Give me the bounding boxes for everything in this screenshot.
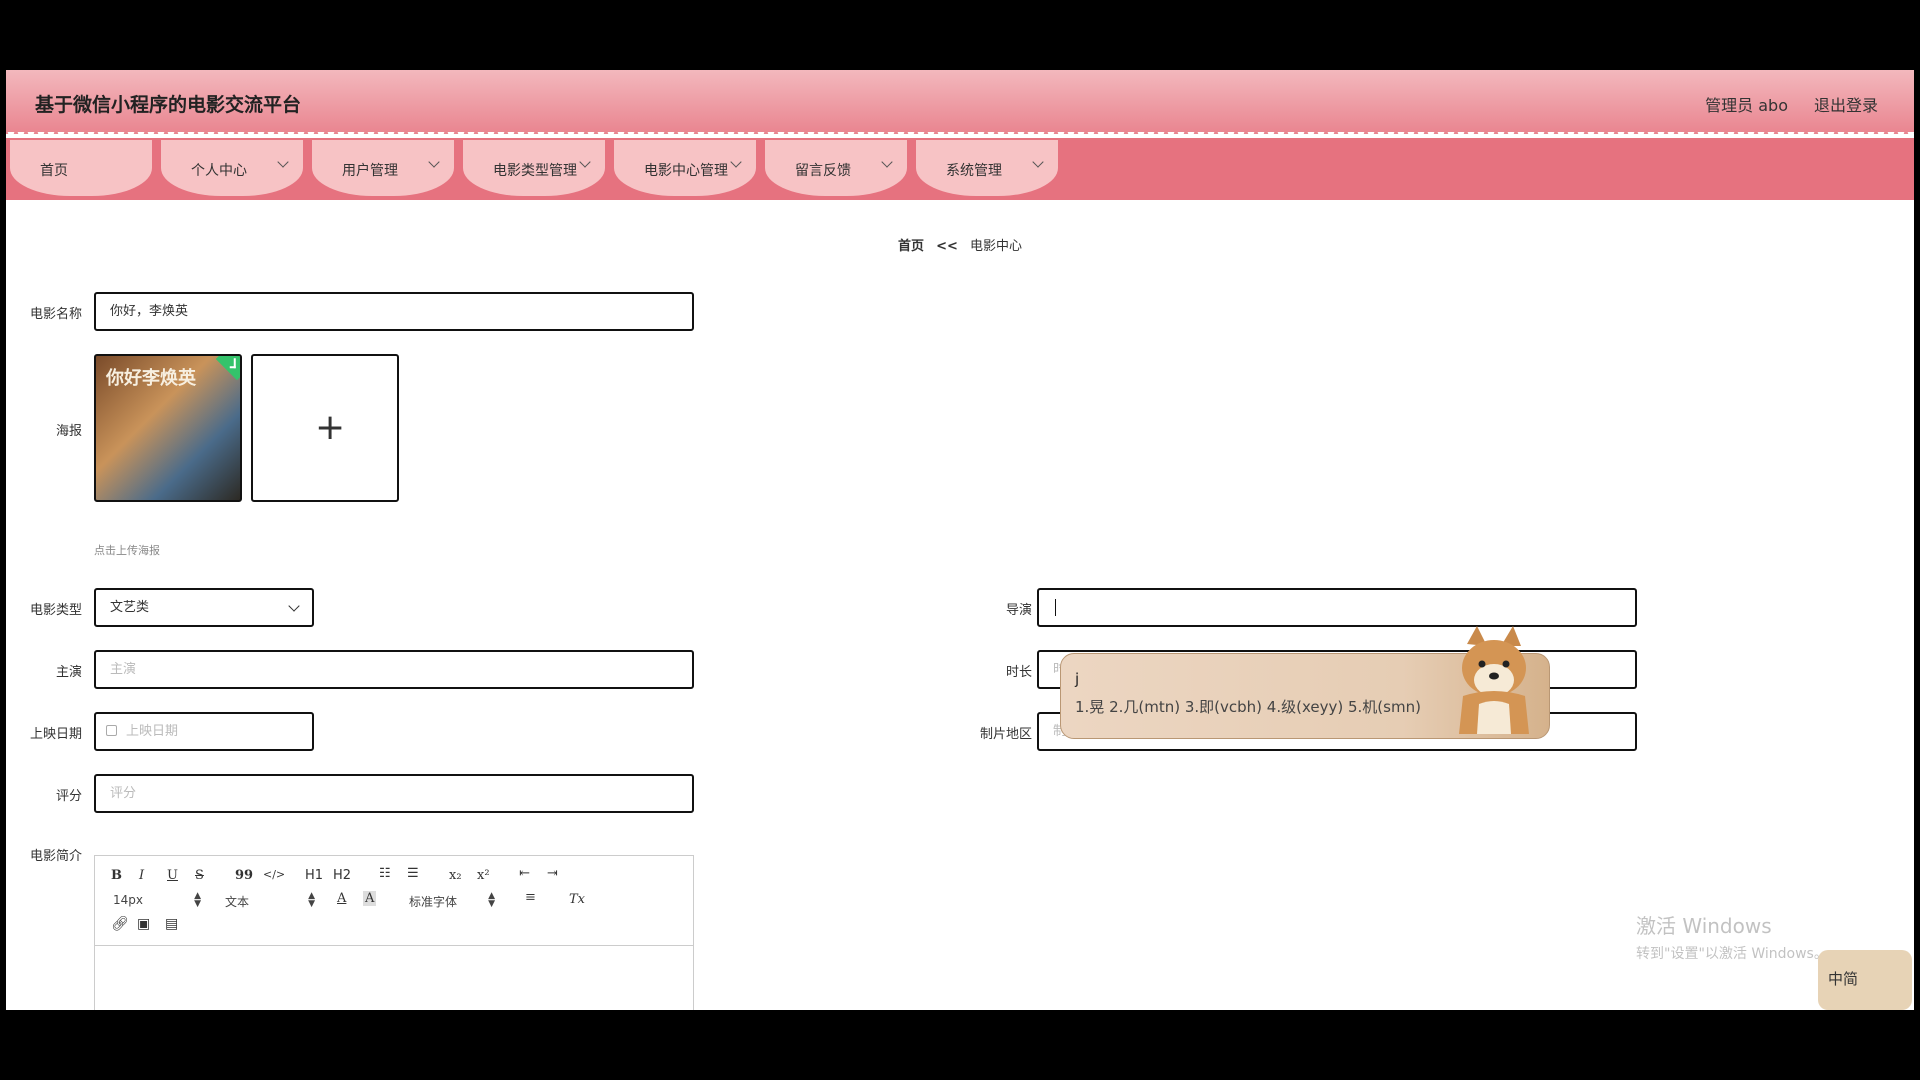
nav-feedback[interactable]: 留言反馈 (765, 140, 907, 196)
breadcrumb-separator: << (936, 239, 958, 254)
poster-upload-hint: 点击上传海报 (94, 544, 160, 557)
nav-home-label: 首页 (40, 163, 68, 179)
ime-tray-label: 中简 (1828, 970, 1859, 988)
poster-upload-button[interactable]: + (251, 354, 399, 502)
ime-candidates[interactable]: 1.晃 2.几(mtn) 3.即(vcbh) 4.级(xeyy) 5.机(smn… (1075, 696, 1421, 717)
nav-user-management-label: 用户管理 (342, 163, 398, 179)
nav-movie-type-management-label: 电影类型管理 (493, 163, 577, 179)
text-cursor (1055, 599, 1056, 616)
movie-name-label: 电影名称 (29, 307, 82, 322)
logout-link[interactable]: 退出登录 (1814, 92, 1878, 116)
actor-input[interactable]: 主演 (94, 650, 694, 689)
release-date-placeholder: 上映日期 (126, 724, 179, 739)
ime-candidate-window: j 1.晃 2.几(mtn) 3.即(vcbh) 4.级(xeyy) 5.机(s… (1060, 626, 1550, 739)
nav-movie-center-management-label: 电影中心管理 (644, 163, 728, 179)
movie-name-input[interactable]: 你好，李焕英 (94, 292, 694, 331)
chevron-down-icon (277, 156, 289, 168)
chevron-down-icon (288, 600, 300, 612)
nav-user-management[interactable]: 用户管理 (312, 140, 454, 196)
strike-button[interactable]: S (195, 868, 204, 883)
chevron-down-icon (579, 156, 591, 168)
image-icon[interactable]: ▣ (137, 916, 150, 932)
duration-label: 时长 (1005, 665, 1032, 680)
nav-home[interactable]: 首页 (10, 140, 152, 196)
up-down-icon: ▲ ▼ (308, 891, 316, 909)
bold-button[interactable]: B (111, 868, 122, 883)
check-icon (215, 356, 240, 381)
outdent-icon[interactable]: ⇤ (519, 866, 530, 881)
video-icon[interactable]: ▤ (165, 916, 178, 932)
director-input[interactable] (1037, 588, 1637, 627)
watermark-line1: 激活 Windows (1636, 914, 1772, 938)
nav-system-management[interactable]: 系统管理 (916, 140, 1058, 196)
actor-label: 主演 (55, 665, 82, 680)
font-size-select[interactable]: 14px ▲ ▼ (113, 892, 201, 909)
nav-bar: 首页 个人中心 用户管理 电影类型管理 电影中心管理 留言反馈 系统管理 (6, 138, 1914, 200)
up-down-icon: ▲ ▼ (488, 891, 496, 909)
activation-watermark: 激活 Windows 转到"设置"以激活 Windows。 (1636, 910, 1828, 963)
shiba-dog-icon (1459, 626, 1529, 734)
underline-button[interactable]: U (167, 868, 178, 883)
nav-personal-center[interactable]: 个人中心 (161, 140, 303, 196)
admin-user: 管理员 abo (1705, 96, 1788, 115)
movie-type-value: 文艺类 (110, 600, 150, 615)
watermark-line2: 转到"设置"以激活 Windows。 (1636, 946, 1828, 962)
chevron-down-icon (1032, 156, 1044, 168)
breadcrumb-current: 电影中心 (970, 239, 1023, 254)
ordered-list-icon[interactable]: ☷ (379, 866, 391, 881)
header-bar: 基于微信小程序的电影交流平台 管理员 abo 退出登录 (6, 70, 1914, 134)
poster-label: 海报 (55, 424, 82, 439)
up-down-icon: ▲ ▼ (194, 891, 201, 909)
link-icon[interactable]: 🔗︎ (111, 916, 129, 932)
chevron-down-icon (428, 156, 440, 168)
nav-system-management-label: 系统管理 (946, 163, 1002, 179)
clear-format-button[interactable]: Tx (569, 892, 585, 907)
calendar-icon (106, 725, 117, 736)
font-size-value: 14px (113, 893, 143, 907)
text-format-value: 文本 (225, 895, 250, 909)
movie-type-select[interactable]: 文艺类 (94, 588, 314, 627)
director-label: 导演 (1005, 603, 1032, 618)
italic-button[interactable]: I (139, 868, 144, 883)
quote-button[interactable]: 99 (235, 868, 253, 883)
breadcrumb: 首页 << 电影中心 (6, 235, 1914, 254)
indent-icon[interactable]: ⇥ (547, 866, 558, 881)
h2-button[interactable]: H2 (333, 868, 351, 883)
font-family-select[interactable]: 标准字体 ▲ ▼ (409, 892, 495, 910)
chevron-down-icon (730, 156, 742, 168)
breadcrumb-home[interactable]: 首页 (898, 239, 924, 254)
poster-title: 你好李焕英 (106, 368, 196, 389)
intro-label: 电影简介 (29, 849, 82, 864)
chevron-down-icon (881, 156, 893, 168)
app-title: 基于微信小程序的电影交流平台 (35, 94, 302, 116)
nav-movie-center-management[interactable]: 电影中心管理 (614, 140, 756, 196)
ime-tray[interactable]: 中简 (1818, 950, 1912, 1010)
nav-movie-type-management[interactable]: 电影类型管理 (463, 140, 605, 196)
background-color-icon[interactable]: A (363, 891, 377, 906)
region-label: 制片地区 (979, 727, 1032, 742)
editor-toolbar: B I U S 99 </> H1 H2 ☷ ☰ x₂ x² ⇤ ⇥ 14px ▲… (95, 856, 693, 946)
h1-button[interactable]: H1 (305, 868, 323, 883)
app-window: 基于微信小程序的电影交流平台 管理员 abo 退出登录 首页 个人中心 用户管理… (6, 70, 1914, 1010)
ime-composition: j (1075, 670, 1080, 688)
font-color-icon[interactable]: A (337, 891, 346, 906)
superscript-button[interactable]: x² (477, 868, 490, 883)
nav-personal-center-label: 个人中心 (191, 163, 247, 179)
code-button[interactable]: </> (263, 868, 285, 881)
release-date-label: 上映日期 (29, 727, 82, 742)
score-input[interactable]: 评分 (94, 774, 694, 813)
text-format-select[interactable]: 文本 ▲ ▼ (225, 892, 315, 910)
movie-type-label: 电影类型 (29, 603, 82, 618)
score-label: 评分 (55, 789, 82, 804)
bullet-list-icon[interactable]: ☰ (407, 866, 419, 881)
subscript-button[interactable]: x₂ (449, 868, 462, 883)
nav-feedback-label: 留言反馈 (795, 163, 851, 179)
release-date-input[interactable]: 上映日期 (94, 712, 314, 751)
align-icon[interactable]: ≡ (525, 890, 536, 905)
poster-image[interactable]: 你好李焕英 (94, 354, 242, 502)
rich-text-editor: B I U S 99 </> H1 H2 ☷ ☰ x₂ x² ⇤ ⇥ 14px ▲… (94, 855, 694, 1010)
font-family-value: 标准字体 (409, 895, 458, 909)
